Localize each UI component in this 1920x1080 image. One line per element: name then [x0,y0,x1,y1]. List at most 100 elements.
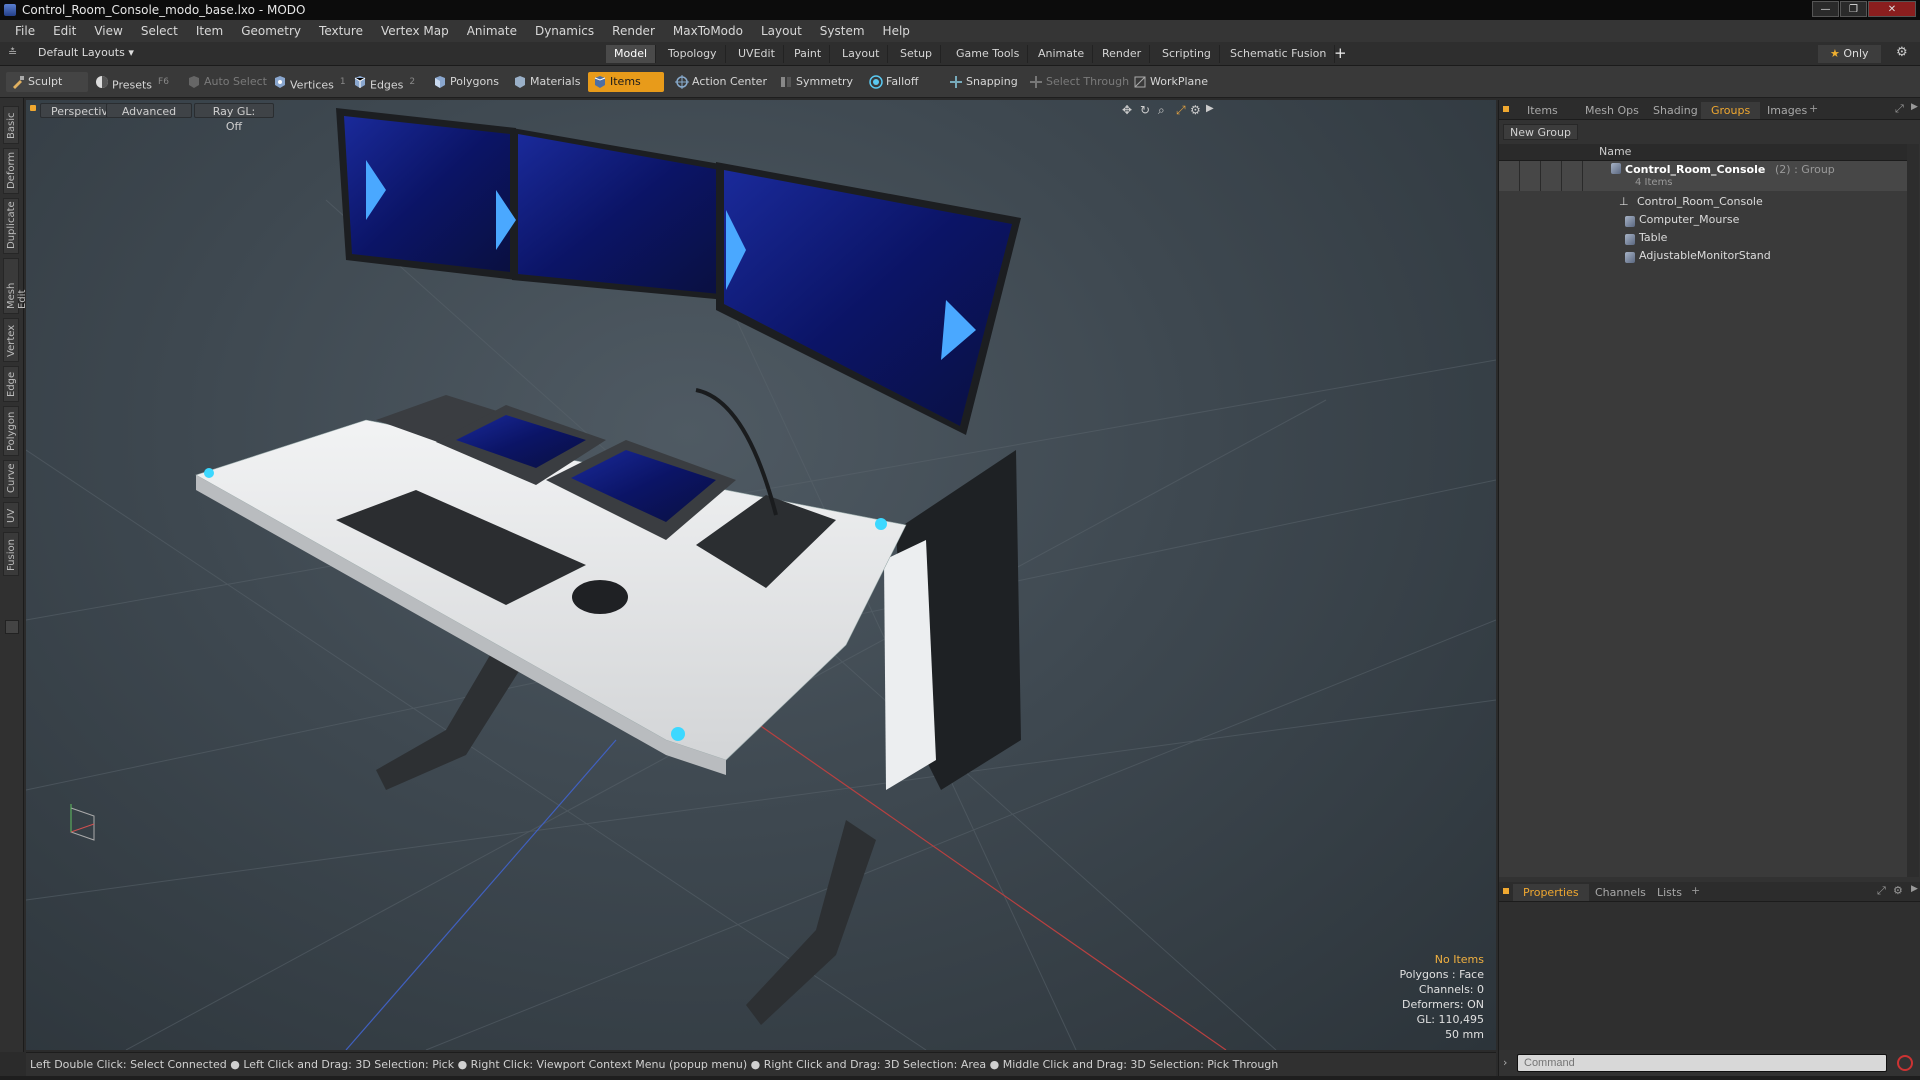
lock-column-icon[interactable] [1541,144,1562,160]
eye-icon[interactable] [1499,161,1520,191]
default-layouts-dropdown[interactable]: Default Layouts ▾ [38,46,134,59]
sculpt-button[interactable]: Sculpt [6,72,88,92]
tab-properties[interactable]: Properties [1513,884,1589,901]
menu-dynamics[interactable]: Dynamics [526,24,603,38]
tab-mesh-edit[interactable]: Mesh Edit [3,258,28,314]
tab-edge[interactable]: Edge [3,366,19,402]
menu-render[interactable]: Render [603,24,664,38]
tab-uvedit[interactable]: UVEdit [730,45,784,63]
menu-item[interactable]: Item [187,24,232,38]
panel-arrow-icon[interactable]: ▶ [1911,102,1918,112]
gear-icon[interactable]: ⚙ [1893,884,1903,897]
tab-polygon[interactable]: Polygon [3,406,19,456]
tab-shading[interactable]: Shading [1643,102,1708,119]
menu-select[interactable]: Select [132,24,187,38]
tab-topology[interactable]: Topology [660,45,726,63]
popout-icon[interactable]: ⤢ [1895,102,1904,116]
tab-channels[interactable]: Channels [1585,884,1656,901]
menu-system[interactable]: System [811,24,874,38]
menu-geometry[interactable]: Geometry [232,24,310,38]
falloff-button[interactable]: Falloff [864,72,924,92]
menu-vertex-map[interactable]: Vertex Map [372,24,458,38]
panel-arrow-icon[interactable]: ▶ [1911,884,1918,894]
tab-schematic-fusion[interactable]: Schematic Fusion [1222,45,1336,63]
add-tab-icon[interactable]: + [1809,102,1818,115]
visibility-column-icon[interactable] [1499,144,1520,160]
render-toggle-icon[interactable] [1520,161,1541,191]
tab-mesh-ops[interactable]: Mesh Ops [1575,102,1649,119]
menu-file[interactable]: File [6,24,44,38]
tab-basic[interactable]: Basic [3,106,19,144]
snapping-button[interactable]: Snapping [944,72,1024,92]
menu-view[interactable]: View [85,24,131,38]
tab-items[interactable]: Items [1517,102,1568,119]
layout-menu-icon[interactable]: ≛ [8,46,17,59]
panel-menu-icon[interactable] [1503,888,1509,894]
menu-animate[interactable]: Animate [458,24,526,38]
workplane-button[interactable]: WorkPlane [1128,72,1214,92]
close-button[interactable]: ✕ [1868,1,1916,17]
add-tab-icon[interactable]: + [1691,884,1700,897]
tab-paint[interactable]: Paint [786,45,831,63]
toggle-panel-icon[interactable] [5,620,19,634]
3d-viewport[interactable]: Perspective Advanced Ray GL: Off ✥ ↻ ⌕ ⤢… [26,100,1496,1050]
panel-menu-icon[interactable] [1503,106,1509,112]
tab-animate[interactable]: Animate [1030,45,1094,63]
presets-button[interactable]: Presets F6 [90,72,172,92]
auto-select-button[interactable]: Auto Select [182,72,273,92]
tab-layout[interactable]: Layout [834,45,889,63]
tab-deform[interactable]: Deform [3,148,19,194]
items-button[interactable]: Items [588,72,664,92]
rotate-view-icon[interactable]: ↻ [1140,103,1150,117]
tab-vertex[interactable]: Vertex [3,318,19,362]
tab-fusion[interactable]: Fusion [3,532,19,576]
select-through-button[interactable]: Select Through [1024,72,1135,92]
add-tab-button[interactable]: + [1334,44,1347,62]
vertices-button[interactable]: Vertices 1 [268,72,352,92]
menu-texture[interactable]: Texture [310,24,372,38]
select-toggle-icon[interactable] [1562,161,1583,191]
name-column-header[interactable]: Name [1599,145,1631,158]
menu-help[interactable]: Help [874,24,919,38]
shading-mode-dropdown[interactable]: Advanced [106,103,192,118]
tab-setup[interactable]: Setup [892,45,942,63]
minimize-button[interactable]: — [1812,1,1839,17]
tab-curve[interactable]: Curve [3,460,19,498]
edges-button[interactable]: Edges 2 [348,72,421,92]
tab-groups[interactable]: Groups [1701,102,1761,119]
maximize-button[interactable]: ❐ [1840,1,1867,17]
tab-lists[interactable]: Lists [1647,884,1692,901]
new-group-button[interactable]: New Group [1503,124,1578,140]
select-column-icon[interactable] [1562,144,1583,160]
viewport-menu-icon[interactable] [30,105,36,111]
tree-item[interactable]: Table [1499,229,1907,247]
tab-game-tools[interactable]: Game Tools [948,45,1029,63]
move-view-icon[interactable]: ✥ [1122,103,1132,117]
fit-view-icon[interactable]: ⤢ [1176,103,1186,118]
materials-button[interactable]: Materials [508,72,586,92]
polygons-button[interactable]: Polygons [428,72,505,92]
zoom-view-icon[interactable]: ⌕ [1158,103,1165,118]
raygl-toggle[interactable]: Ray GL: Off [194,103,274,133]
tree-scrollbar[interactable] [1907,144,1919,877]
record-icon[interactable] [1897,1055,1913,1071]
menu-maxtomodo[interactable]: MaxToModo [664,24,752,38]
menu-edit[interactable]: Edit [44,24,85,38]
lock-toggle-icon[interactable] [1541,161,1562,191]
group-row[interactable]: Control_Room_Console (2) : Group 4 Items [1499,161,1907,191]
tab-scripting[interactable]: Scripting [1154,45,1220,63]
menu-layout[interactable]: Layout [752,24,811,38]
tab-render[interactable]: Render [1094,45,1151,63]
popout-icon[interactable]: ⤢ [1877,884,1886,898]
only-toggle[interactable]: ★ Only [1818,45,1881,63]
action-center-button[interactable]: Action Center [670,72,773,92]
symmetry-button[interactable]: Symmetry [774,72,859,92]
viewport-settings-icon[interactable]: ⚙ [1190,103,1201,117]
expand-arrow-icon[interactable]: ▶ [1206,103,1214,114]
gear-icon[interactable]: ⚙ [1896,45,1908,60]
tree-item[interactable]: ⊥ Control_Room_Console [1499,193,1907,211]
tab-uv[interactable]: UV [3,502,19,528]
command-input[interactable] [1517,1054,1887,1072]
tab-duplicate[interactable]: Duplicate [3,198,19,254]
tree-item[interactable]: Computer_Mourse [1499,211,1907,229]
